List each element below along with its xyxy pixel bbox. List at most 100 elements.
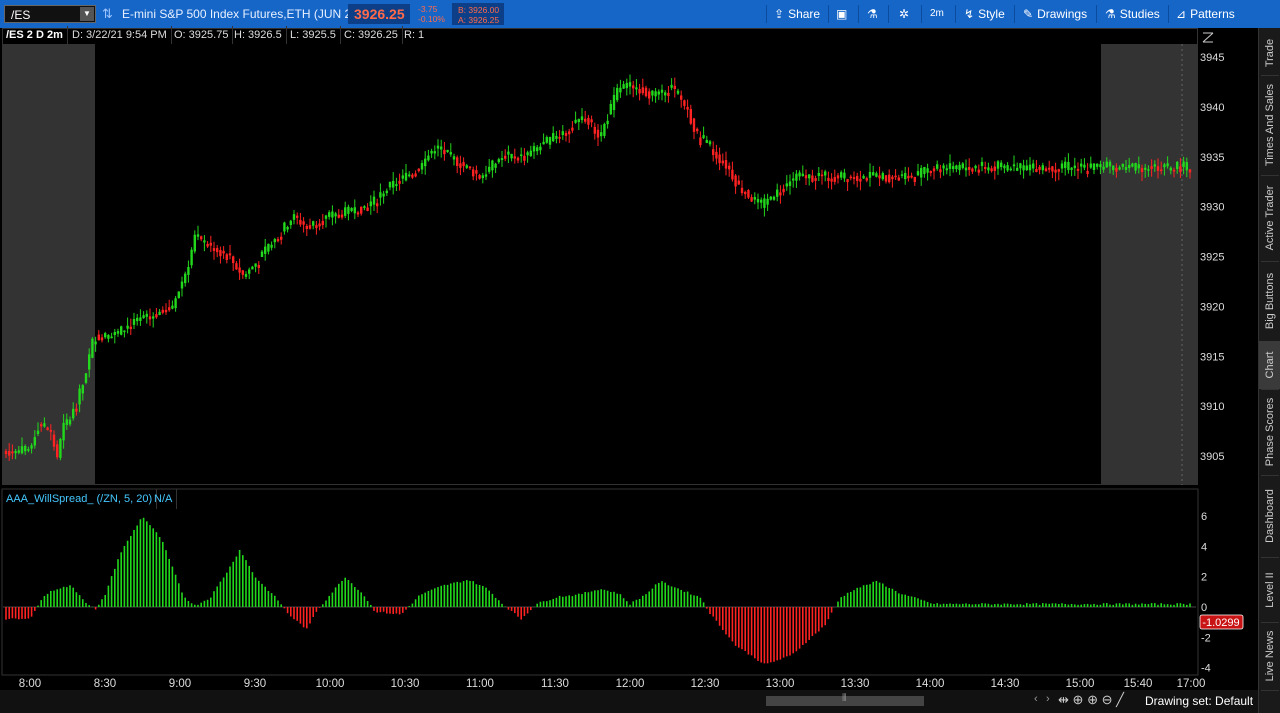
candle-body — [120, 326, 123, 335]
candle-body — [244, 274, 248, 277]
candle-body — [1179, 166, 1182, 173]
candle-body — [136, 317, 139, 322]
price-tick-label: 3910 — [1200, 401, 1224, 413]
collapse-icon[interactable] — [1202, 32, 1214, 43]
candle-body — [1172, 169, 1176, 172]
price-axis-ticks: 3905 3910 3915 3920 3925 3930 3935 3940 3945 — [1200, 52, 1224, 463]
candle-body — [40, 424, 43, 427]
side-tab-label: Phase Scores — [1264, 397, 1276, 467]
candle-body — [219, 250, 222, 257]
candle-body — [33, 437, 36, 446]
candle-body — [878, 175, 881, 179]
candle-body — [510, 153, 513, 159]
candle-body — [104, 333, 107, 338]
candle-body — [1137, 164, 1140, 169]
candle-body — [11, 451, 14, 454]
candle-body — [920, 168, 923, 178]
side-tab-active-trader[interactable]: Active Trader — [1259, 175, 1280, 261]
candle-body — [388, 181, 392, 188]
scroll-right-icon[interactable]: › — [1046, 693, 1050, 705]
bar-low: L: 3925.5 — [286, 26, 341, 44]
side-tab-big-buttons[interactable]: Big Buttons — [1259, 261, 1280, 341]
candle-body — [171, 305, 174, 309]
study-tick-label: 6 — [1201, 511, 1207, 523]
side-tab-times-and-sales[interactable]: Times And Sales — [1259, 75, 1280, 175]
time-tick-label: 17:00 — [1177, 678, 1206, 690]
candle-body — [1124, 166, 1128, 170]
candle-body — [904, 173, 907, 180]
candle-body — [977, 169, 980, 173]
candle-body — [558, 136, 561, 139]
candle-body — [884, 175, 888, 182]
candle-body — [760, 199, 763, 203]
candle-body — [193, 234, 196, 252]
price-tick-label: 3915 — [1200, 351, 1224, 363]
candle-body — [289, 220, 292, 226]
study-name[interactable]: AAA_WillSpread_ (/ZN, 5, 20) — [2, 489, 158, 509]
chart-canvas[interactable]: 390539103915392039253930393539403945 -4-… — [0, 0, 1280, 713]
candle-body — [110, 336, 113, 339]
candle-body — [1016, 167, 1019, 171]
candle-body — [1064, 161, 1067, 169]
candle-body — [744, 191, 747, 195]
side-tab-bar: Trade Times And Sales Active Trader Big But… — [1258, 28, 1280, 713]
candle-body — [395, 184, 398, 186]
candle-body — [971, 168, 974, 172]
candle-body — [980, 161, 984, 166]
horizontal-scrollbar[interactable]: ⦀ — [766, 693, 924, 706]
side-tab-dashboard[interactable]: Dashboard — [1259, 475, 1280, 557]
candle-body — [1035, 168, 1038, 173]
willspread-histogram — [5, 517, 1191, 664]
candle-body — [798, 172, 801, 177]
candle-body — [936, 164, 939, 169]
candle-body — [494, 163, 497, 168]
candle-body — [894, 175, 897, 178]
candle-body — [308, 225, 312, 229]
candle-body — [641, 87, 644, 94]
expand-icon[interactable]: ⇹ — [1058, 692, 1069, 707]
candle-body — [88, 354, 91, 370]
candle-body — [174, 298, 177, 309]
candle-body — [660, 89, 664, 93]
side-tab-trade[interactable]: Trade — [1259, 30, 1280, 75]
candle-body — [196, 234, 200, 237]
candle-body — [836, 175, 840, 179]
candle-body — [443, 149, 446, 155]
candle-body — [676, 90, 680, 94]
candle-body — [100, 337, 104, 341]
side-tab-phase-scores[interactable]: Phase Scores — [1259, 389, 1280, 475]
candle-body — [891, 176, 894, 180]
candle-body — [1054, 169, 1057, 173]
candle-body — [65, 419, 68, 425]
scroll-grip-icon[interactable]: ⦀ — [842, 693, 846, 704]
candle-body — [609, 103, 612, 115]
candle-body — [1188, 169, 1192, 173]
candle-body — [203, 240, 206, 243]
candle-body — [574, 119, 577, 123]
bar-open: O: 3925.75 — [170, 26, 234, 44]
crosshair-icon[interactable]: ⊕ — [1073, 692, 1084, 707]
candle-body — [459, 163, 462, 168]
candle-body — [1022, 165, 1025, 171]
scroll-left-icon[interactable]: ‹ — [1034, 693, 1038, 705]
candle-body — [497, 159, 500, 163]
side-tab-live-news[interactable]: Live News — [1259, 622, 1280, 690]
drawing-set-selector[interactable]: Drawing set: Default — [1145, 694, 1253, 708]
candle-body — [78, 388, 81, 405]
candle-body — [417, 168, 420, 172]
side-tab-chart[interactable]: Chart — [1259, 341, 1280, 389]
draw-line-icon[interactable]: ╱ — [1116, 692, 1124, 707]
candle-body — [769, 196, 772, 200]
candle-body — [363, 206, 366, 208]
time-tick-label: 13:00 — [766, 678, 795, 690]
candle-body — [376, 203, 379, 207]
candle-body — [635, 87, 638, 90]
side-tab-level-ii[interactable]: Level II — [1259, 557, 1280, 622]
candle-body — [532, 146, 536, 152]
zoom-in-icon[interactable]: ⊕ — [1087, 692, 1098, 707]
candle-body — [1019, 163, 1022, 169]
zoom-out-icon[interactable]: ⊖ — [1102, 692, 1113, 707]
candle-body — [849, 176, 852, 179]
candle-body — [667, 92, 670, 96]
candle-body — [440, 146, 443, 150]
